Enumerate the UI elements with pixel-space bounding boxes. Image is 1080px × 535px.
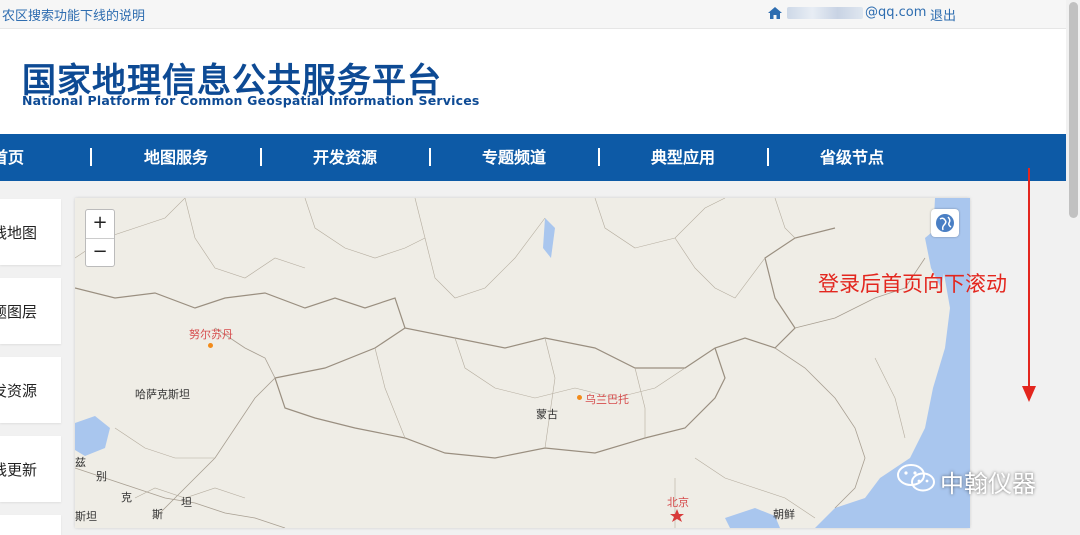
map-canvas[interactable] xyxy=(75,198,970,528)
nav-separator xyxy=(429,148,431,166)
layer-switch-button[interactable] xyxy=(931,209,959,237)
masked-username xyxy=(787,7,863,19)
annotation-arrow-shaft xyxy=(1028,168,1030,390)
map-label-uzbekistan-1: 兹 xyxy=(75,456,86,469)
nav-separator xyxy=(90,148,92,166)
nav-item-dev-resources[interactable]: 开发资源 xyxy=(313,134,377,181)
scroll-annotation: 登录后首页向下滚动 xyxy=(818,272,1007,296)
sidebar-item-more[interactable] xyxy=(0,515,61,535)
sidebar-item-online-update[interactable]: 线更新 xyxy=(0,436,61,502)
layer-switch-icon xyxy=(936,214,954,232)
nav-item-topics[interactable]: 专题频道 xyxy=(482,134,546,181)
map-label-beijing: 北京 xyxy=(667,496,689,509)
zoom-in-button[interactable]: + xyxy=(86,210,114,239)
page-scrollbar[interactable] xyxy=(1066,0,1080,528)
nav-separator xyxy=(767,148,769,166)
city-marker xyxy=(577,395,582,400)
home-icon xyxy=(768,7,782,19)
sidebar-item-label: 发资源 xyxy=(0,382,37,400)
nav-separator xyxy=(260,148,262,166)
map-label-turkmenistan: 斯坦 xyxy=(75,510,97,523)
map-label-korea: 朝鲜 xyxy=(773,508,795,521)
main-nav: 首页 地图服务 开发资源 专题频道 典型应用 省级节点 xyxy=(0,134,1066,181)
notice-link[interactable]: 农区搜索功能下线的说明 xyxy=(2,5,145,24)
sidebar-item-label: 线更新 xyxy=(0,461,37,479)
map-label-pakistan: 斯 xyxy=(152,508,163,521)
user-email: @qq.com xyxy=(865,5,927,20)
wechat-icon xyxy=(897,464,935,492)
map-label-uzbekistan-3: 克 xyxy=(121,491,132,504)
map-label-ulaanbaatar: 乌兰巴托 xyxy=(585,393,629,406)
site-header: 国家地理信息公共服务平台 National Platform for Commo… xyxy=(0,29,1066,134)
sidebar-item-label: 题图层 xyxy=(0,303,37,321)
site-logo-subtitle: National Platform for Common Geospatial … xyxy=(22,93,480,108)
zoom-out-button[interactable]: − xyxy=(86,239,114,267)
nav-item-home[interactable]: 首页 xyxy=(0,134,24,181)
top-notice-bar: 农区搜索功能下线的说明 @qq.com 退出 xyxy=(0,0,1066,29)
scrollbar-thumb[interactable] xyxy=(1069,2,1078,218)
map-label-kazakhstan: 哈萨克斯坦 xyxy=(135,388,190,401)
logout-link[interactable]: 退出 xyxy=(930,5,956,24)
sidebar-item-dev-resources[interactable]: 发资源 xyxy=(0,357,61,423)
sidebar-item-topic-layers[interactable]: 题图层 xyxy=(0,278,61,344)
nav-item-map-service[interactable]: 地图服务 xyxy=(144,134,208,181)
map-label-uzbekistan-2: 别 xyxy=(96,470,107,483)
annotation-arrow-head xyxy=(1022,386,1036,402)
zoom-control: + − xyxy=(85,209,115,267)
nav-separator xyxy=(598,148,600,166)
map-label-nursultan: 努尔苏丹 xyxy=(189,328,233,341)
city-marker xyxy=(208,343,213,348)
sidebar-item-label: 线地图 xyxy=(0,224,37,242)
map-label-tajikistan: 坦 xyxy=(181,496,192,509)
nav-item-applications[interactable]: 典型应用 xyxy=(651,134,715,181)
watermark-text: 中翰仪器 xyxy=(940,470,1036,498)
map-viewer[interactable]: + − 努尔苏丹 哈萨克斯坦 蒙古 乌兰巴托 北京 朝鲜 兹 别 克 坦 斯坦 … xyxy=(75,198,970,528)
map-label-mongolia: 蒙古 xyxy=(536,408,558,421)
sidebar-item-online-map[interactable]: 线地图 xyxy=(0,199,61,265)
nav-item-provincial-nodes[interactable]: 省级节点 xyxy=(820,134,884,181)
